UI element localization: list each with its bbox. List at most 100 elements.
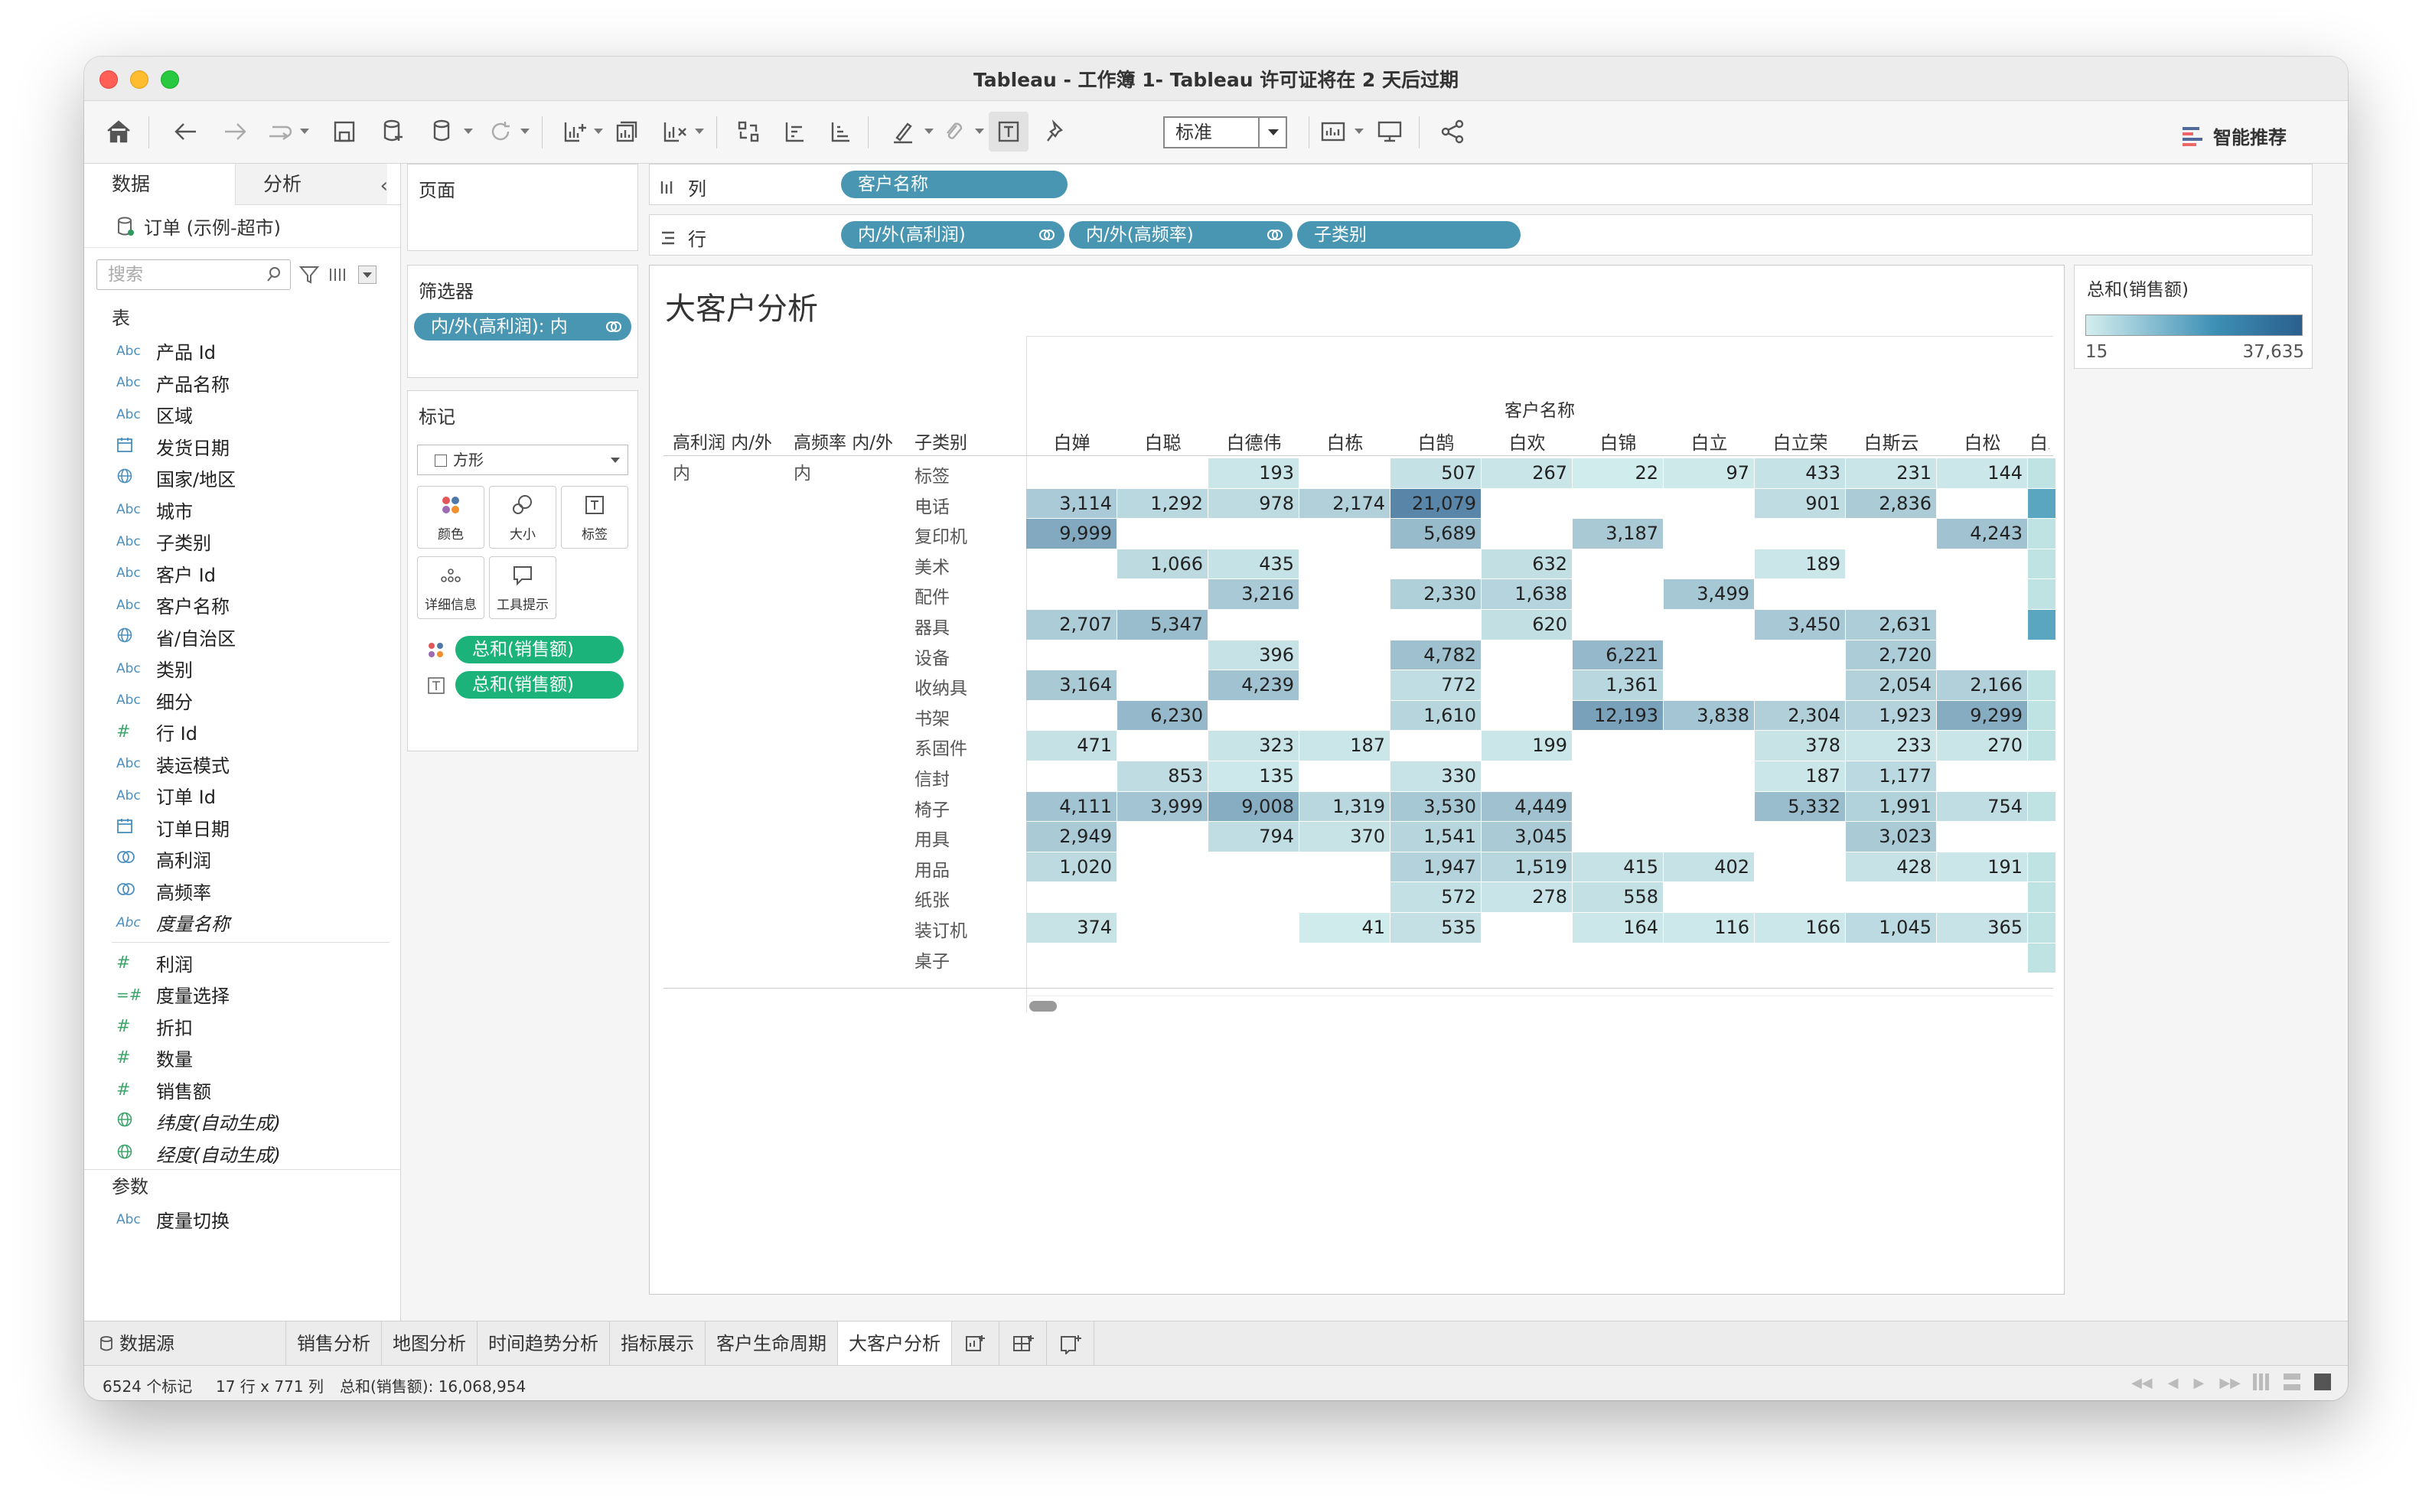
heatmap-cell[interactable]: 4,449 xyxy=(1482,791,1572,822)
back-icon[interactable] xyxy=(170,112,202,152)
heatmap-cell[interactable]: 5,689 xyxy=(1390,519,1481,549)
view-toggle-icon[interactable] xyxy=(328,266,350,284)
column-pill[interactable]: 客户名称 xyxy=(841,171,1068,198)
color-button[interactable]: 颜色 xyxy=(417,486,484,549)
dimension-field[interactable]: Abc 类别 xyxy=(84,653,400,685)
heatmap-cell[interactable]: 3,838 xyxy=(1664,700,1754,731)
parameter-field[interactable]: Abc 度量切换 xyxy=(84,1204,400,1236)
heatmap-cell[interactable] xyxy=(2028,852,2055,882)
last-sheet-icon[interactable]: ▶▶ xyxy=(2219,1375,2241,1391)
heatmap-cell[interactable]: 415 xyxy=(1573,852,1663,882)
heatmap-cell[interactable]: 330 xyxy=(1390,761,1481,791)
heatmap-cell[interactable]: 21,079 xyxy=(1390,488,1481,519)
heatmap-cell[interactable]: 3,045 xyxy=(1482,822,1572,852)
heatmap-cell[interactable]: 9,299 xyxy=(1937,700,2027,731)
new-worksheet-icon[interactable] xyxy=(952,1321,999,1365)
column-header[interactable]: 白鹄 xyxy=(1390,428,1482,455)
measure-field[interactable]: # 销售额 xyxy=(84,1074,400,1106)
heatmap-cell[interactable]: 1,541 xyxy=(1390,822,1481,852)
heatmap-cell[interactable]: 632 xyxy=(1482,549,1572,579)
heatmap-cell[interactable]: 3,023 xyxy=(1846,822,1936,852)
heatmap-cell[interactable]: 1,361 xyxy=(1573,670,1663,700)
column-header[interactable]: 白立荣 xyxy=(1755,428,1846,455)
highlight-icon[interactable] xyxy=(888,112,918,152)
show-me-cards-icon[interactable] xyxy=(1316,112,1350,152)
heatmap-cell[interactable]: 233 xyxy=(1846,731,1936,761)
heatmap-cell[interactable] xyxy=(2028,943,2055,973)
heatmap-cell[interactable]: 558 xyxy=(1573,882,1663,912)
heatmap-cell[interactable]: 4,111 xyxy=(1026,791,1117,822)
heatmap-cell[interactable]: 428 xyxy=(1846,852,1936,882)
heatmap-cell[interactable]: 2,174 xyxy=(1299,488,1390,519)
subcategory-label[interactable]: 纸张 xyxy=(914,885,950,911)
heatmap-cell[interactable] xyxy=(2028,700,2055,731)
sheet-tab[interactable]: 客户生命周期 xyxy=(706,1321,838,1365)
heatmap-cell[interactable]: 3,999 xyxy=(1117,791,1208,822)
subcategory-label[interactable]: 用品 xyxy=(914,855,950,881)
heatmap-cell[interactable]: 1,923 xyxy=(1846,700,1936,731)
heatmap-cell[interactable]: 1,020 xyxy=(1026,852,1117,882)
dimension-field[interactable]: 发货日期 xyxy=(84,431,400,463)
next-sheet-icon[interactable]: ▶ xyxy=(2193,1375,2204,1391)
heatmap-cell[interactable] xyxy=(2028,488,2055,519)
dimension-field[interactable]: 高频率 xyxy=(84,875,400,908)
subcategory-label[interactable]: 装订机 xyxy=(914,916,967,942)
subcategory-label[interactable]: 器具 xyxy=(914,613,950,639)
heatmap-cell[interactable]: 3,530 xyxy=(1390,791,1481,822)
clear-sheet-icon[interactable] xyxy=(660,112,690,152)
sheet-tab[interactable]: 销售分析 xyxy=(286,1321,382,1365)
heatmap-cell[interactable]: 193 xyxy=(1208,458,1299,488)
heatmap-cell[interactable]: 772 xyxy=(1390,670,1481,700)
subcategory-label[interactable]: 标签 xyxy=(914,461,950,487)
subcategory-label[interactable]: 椅子 xyxy=(914,795,950,821)
heatmap-cell[interactable]: 12,193 xyxy=(1573,700,1663,731)
measure-field[interactable]: # 数量 xyxy=(84,1042,400,1074)
subcategory-label[interactable]: 系固件 xyxy=(914,734,967,760)
dimension-field[interactable]: # 行 Id xyxy=(84,716,400,748)
heatmap-cell[interactable]: 3,216 xyxy=(1208,579,1299,609)
sheet-tab[interactable]: 时间趋势分析 xyxy=(478,1321,610,1365)
heatmap-cell[interactable]: 1,292 xyxy=(1117,488,1208,519)
home-icon[interactable] xyxy=(99,112,138,152)
sheet-tab[interactable]: 指标展示 xyxy=(610,1321,706,1365)
subcategory-label[interactable]: 桌子 xyxy=(914,947,950,973)
redo-icon[interactable] xyxy=(265,112,295,152)
dimension-field[interactable]: 高利润 xyxy=(84,843,400,875)
heatmap-cell[interactable] xyxy=(2028,458,2055,488)
heatmap-cell[interactable]: 1,519 xyxy=(1482,852,1572,882)
minimize-window-button[interactable] xyxy=(130,70,148,89)
tabs-view-icon[interactable] xyxy=(2314,1374,2331,1390)
measure-field[interactable]: 经度(自动生成) xyxy=(84,1138,400,1170)
refresh-icon[interactable] xyxy=(485,112,516,152)
heatmap-cell[interactable]: 402 xyxy=(1664,852,1754,882)
heatmap-cell[interactable]: 3,187 xyxy=(1573,519,1663,549)
heatmap-cell[interactable]: 2,166 xyxy=(1937,670,2027,700)
column-header[interactable]: 白栋 xyxy=(1299,428,1390,455)
heatmap-cell[interactable]: 2,631 xyxy=(1846,610,1936,640)
heatmap-cell[interactable]: 97 xyxy=(1664,458,1754,488)
marks-color-field[interactable]: 总和(销售额) xyxy=(417,634,631,665)
dimension-field[interactable]: Abc 客户 Id xyxy=(84,558,400,590)
heatmap-cell[interactable]: 323 xyxy=(1208,731,1299,761)
new-story-icon[interactable] xyxy=(1047,1321,1094,1365)
heatmap-cell[interactable]: 4,243 xyxy=(1937,519,2027,549)
new-datasource-icon[interactable] xyxy=(378,112,409,152)
heatmap-cell[interactable]: 2,707 xyxy=(1026,610,1117,640)
heatmap-cell[interactable]: 3,499 xyxy=(1664,579,1754,609)
heatmap-cell[interactable]: 435 xyxy=(1208,549,1299,579)
column-header[interactable]: 白德伟 xyxy=(1208,428,1299,455)
marks-label-field[interactable]: 总和(销售额) xyxy=(417,670,631,700)
heatmap-cell[interactable]: 2,836 xyxy=(1846,488,1936,519)
horizontal-scrollbar[interactable] xyxy=(1026,996,2053,1012)
datasource-icon[interactable] xyxy=(427,112,458,152)
heatmap-cell[interactable] xyxy=(2028,731,2055,761)
heatmap-cell[interactable]: 6,230 xyxy=(1117,700,1208,731)
heatmap-cell[interactable]: 901 xyxy=(1755,488,1845,519)
dimension-field[interactable]: 省/自治区 xyxy=(84,621,400,653)
subcategory-label[interactable]: 电话 xyxy=(914,492,950,518)
heatmap-cell[interactable]: 2,304 xyxy=(1755,700,1845,731)
fix-axes-icon[interactable] xyxy=(1041,112,1071,152)
heatmap-cell[interactable]: 1,610 xyxy=(1390,700,1481,731)
dimension-field[interactable]: 订单日期 xyxy=(84,812,400,844)
subcategory-label[interactable]: 书架 xyxy=(914,704,950,730)
